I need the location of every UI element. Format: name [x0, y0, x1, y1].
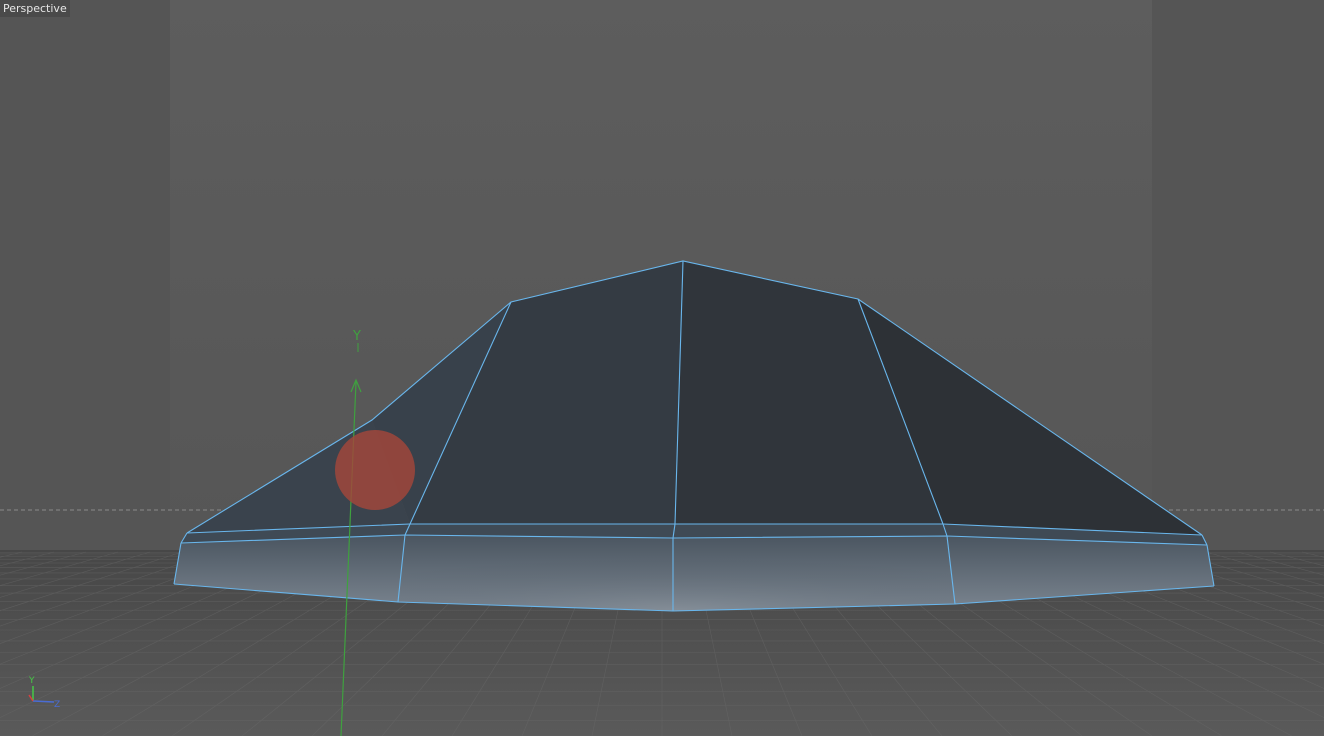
safe-frame-left	[0, 0, 170, 552]
safe-frame-right	[1152, 0, 1324, 552]
viewport-scene[interactable]: Y Y Z	[0, 0, 1324, 736]
axis-y-label: Y	[28, 676, 35, 686]
axis-z-label: Z	[54, 700, 60, 710]
viewport-label[interactable]: Perspective	[0, 0, 70, 17]
axis-z-line	[32, 700, 55, 703]
dome-band-glow	[398, 535, 955, 611]
3d-viewport[interactable]: Perspective Y Y Z	[0, 0, 1324, 736]
gizmo-y-label: Y	[352, 329, 361, 344]
cursor-highlight	[335, 430, 415, 510]
